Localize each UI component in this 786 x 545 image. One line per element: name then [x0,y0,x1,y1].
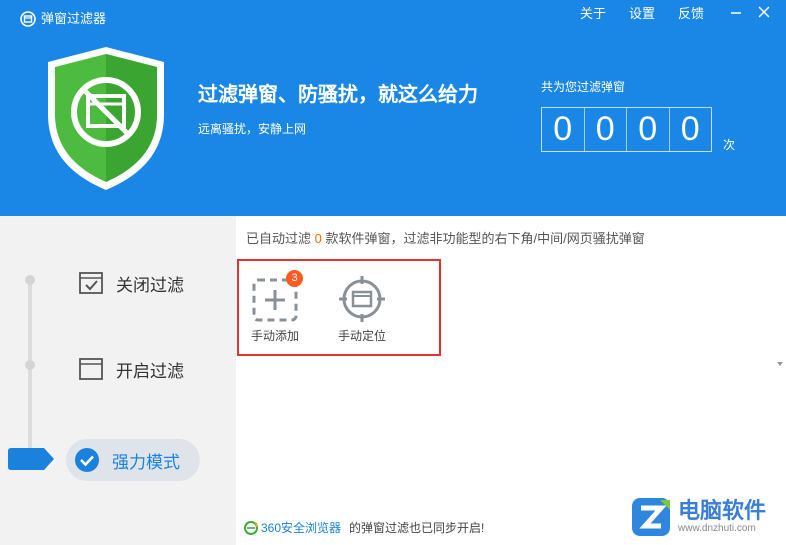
slogan: 过滤弹窗、防骚扰，就这么给力 [198,84,478,106]
tool-icon-wrap: 3 [251,270,303,323]
header: 弹窗过滤器 关于 设置 反馈 过滤弹窗、防骚扰，就这么给力 远离骚扰，安静上网 … [0,0,786,216]
app-logo-icon [20,11,36,27]
top-links: 关于 设置 反馈 [580,6,727,22]
mode-strong[interactable]: 强力模式 [66,439,200,481]
status-suffix: 款软件弹窗，过滤非功能型的右下角/中间/网页骚扰弹窗 [325,231,645,246]
feedback-link[interactable]: 反馈 [678,6,704,22]
mode-sidebar: 关闭过滤 开启过滤 强力模式 [0,216,236,545]
watermark-url: www.dnzhuti.com [678,523,756,534]
scroll-down-icon[interactable] [776,360,784,368]
status-prefix: 已自动过滤 [246,231,312,246]
browser-link[interactable]: 360安全浏览器 [261,521,341,535]
tool-label: 手动定位 [337,329,386,343]
filter-status: 已自动过滤 0 款软件弹窗，过滤非功能型的右下角/中间/网页骚扰弹窗 [246,231,645,247]
mode-label: 强力模式 [112,452,180,472]
settings-link[interactable]: 设置 [629,6,655,22]
status-count: 0 [314,231,322,246]
mode-close-filter[interactable]: 关闭过滤 [68,262,218,304]
counter-digit: 0 [627,108,670,151]
mode-open-filter[interactable]: 开启过滤 [68,348,218,390]
counter-label: 共为您过滤弹窗 [541,80,626,94]
app-title: 弹窗过滤器 [41,11,107,26]
active-mode-marker [8,448,54,470]
watermark-text: 电脑软件 www.dnzhuti.com [678,499,766,535]
window-icon [79,358,103,380]
crosshair-window-icon [339,276,385,322]
sub-slogan: 远离骚扰，安静上网 [198,122,307,136]
close-icon[interactable] [757,5,771,19]
counter-digit: 0 [680,110,700,148]
about-link[interactable]: 关于 [580,6,606,22]
watermark-logo-icon [632,498,670,536]
minimize-icon[interactable] [729,5,743,19]
shield-icon [48,47,164,190]
manual-add-button[interactable]: 3 手动添加 [243,270,307,343]
filter-counter: 0 0 0 0 [541,107,712,152]
manual-locate-button[interactable]: 手动定位 [330,275,394,343]
counter-digit: 0 [585,108,627,151]
check-circle-icon [75,448,99,472]
mode-track-dot [25,275,35,285]
counter-digit: 0 [542,108,585,151]
tool-icon-wrap [338,275,386,323]
tool-label: 手动添加 [250,329,299,343]
manual-tools-box: 3 手动添加 手动定位 [237,259,441,356]
counter-unit: 次 [723,138,736,152]
mode-label: 开启过滤 [116,361,184,381]
watermark-title: 电脑软件 [678,498,767,523]
footer-text: 的弹窗过滤也已同步开启! [349,521,485,535]
checked-window-icon [79,272,103,294]
notification-badge: 3 [286,270,303,287]
mode-label: 关闭过滤 [116,275,184,295]
mode-track-dot [25,360,35,370]
browser-icon [244,521,258,535]
watermark: 电脑软件 www.dnzhuti.com [630,494,786,540]
footer-note: 360安全浏览器 的弹窗过滤也已同步开启! [244,521,484,535]
